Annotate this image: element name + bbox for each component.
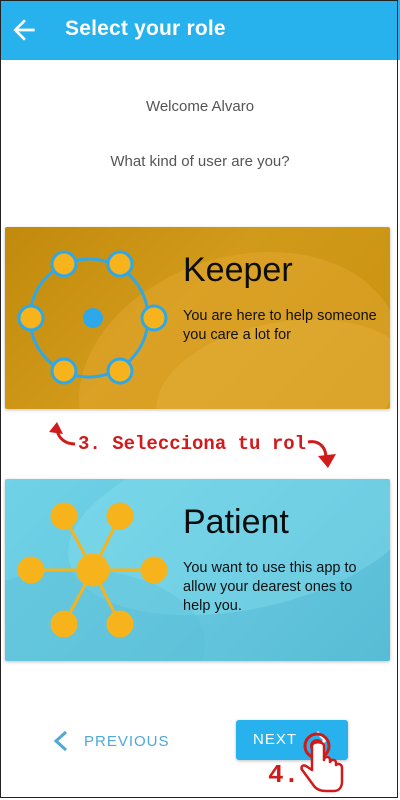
welcome-text: Welcome Alvaro <box>145 98 255 115</box>
previous-button[interactable]: PREVIOUS <box>52 728 170 754</box>
arrow-left-icon[interactable] <box>8 14 40 46</box>
role-card-keeper[interactable]: Keeper You are here to help someone you … <box>5 227 390 409</box>
curved-arrow-icon <box>307 440 336 468</box>
curved-arrow-icon <box>49 422 76 446</box>
circle-network-icon <box>17 250 168 385</box>
question-text: What kind of user are you? <box>110 153 290 170</box>
role-title: Patient <box>183 503 289 541</box>
app-bar: Select your role <box>0 0 400 60</box>
role-title: Keeper <box>183 251 293 289</box>
tap-hand-icon <box>300 732 344 793</box>
role-description: You are here to help someone you care a … <box>183 308 377 343</box>
previous-label: PREVIOUS <box>84 732 170 750</box>
page-title: Select your role <box>65 17 226 40</box>
chevron-left-icon <box>53 730 68 752</box>
star-network-icon <box>17 502 168 638</box>
role-description: You want to use this app to allow your d… <box>183 560 357 614</box>
role-card-patient[interactable]: Patient You want to use this app to allo… <box>5 479 390 661</box>
step-annotation: 3. Selecciona tu rol <box>78 433 307 455</box>
